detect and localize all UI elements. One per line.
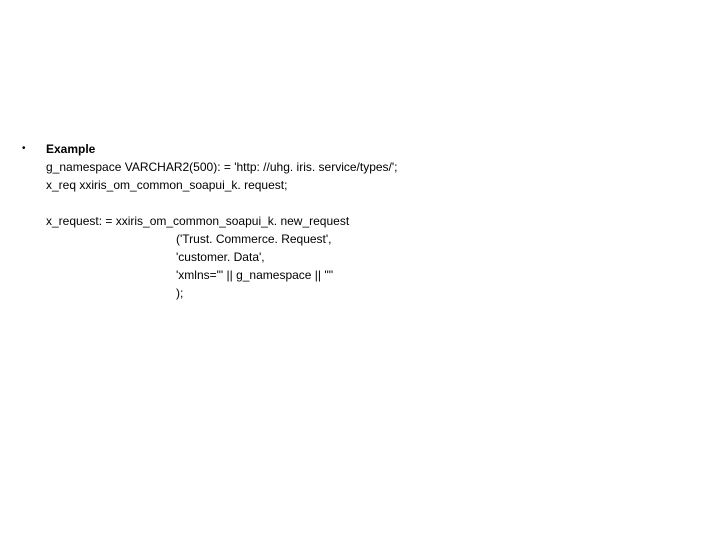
code-line-3: x_request: = xxiris_om_common_soapui_k. … xyxy=(46,212,398,230)
bullet-item: • Example g_namespace VARCHAR2(500): = '… xyxy=(20,140,720,302)
slide-content: • Example g_namespace VARCHAR2(500): = '… xyxy=(0,0,720,302)
blank-line xyxy=(46,194,398,212)
code-line-2: x_req xxiris_om_common_soapui_k. request… xyxy=(46,176,398,194)
example-block: Example g_namespace VARCHAR2(500): = 'ht… xyxy=(46,140,398,302)
code-line-7: ); xyxy=(46,284,398,302)
code-line-1: g_namespace VARCHAR2(500): = 'http: //uh… xyxy=(46,158,398,176)
bullet-marker: • xyxy=(20,140,46,158)
code-line-6: 'xmlns="' || g_namespace || '"' xyxy=(46,266,398,284)
example-heading: Example xyxy=(46,140,398,158)
code-line-4: ('Trust. Commerce. Request', xyxy=(46,230,398,248)
code-line-5: 'customer. Data', xyxy=(46,248,398,266)
